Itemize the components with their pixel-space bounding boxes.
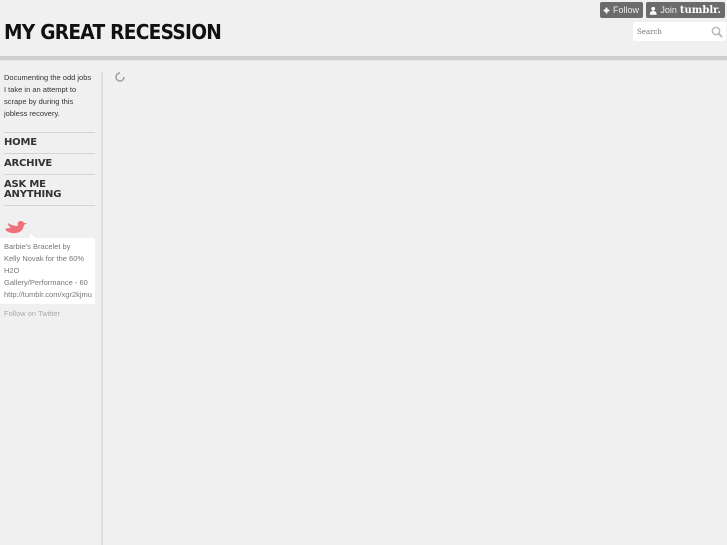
search-icon[interactable] (711, 26, 723, 38)
blog-description: Documenting the odd jobs I take in an at… (4, 73, 92, 118)
nav-ask-me-anything[interactable]: ASK ME ANYTHING (4, 175, 95, 206)
search-box (633, 22, 726, 41)
site-title[interactable]: MY GREAT RECESSION (4, 20, 222, 44)
nav-home[interactable]: HOME (4, 133, 95, 154)
tweet-line: Barbie's Bracelet by (4, 242, 71, 251)
follow-label: Follow (612, 5, 639, 15)
user-icon (649, 6, 657, 15)
tweet-line: Kelly Novak for the 60% (4, 254, 85, 263)
tumblr-controls: Follow Join tumblr. (600, 2, 725, 18)
nav-ask-label: ASK ME ANYTHING (4, 179, 62, 200)
join-label: Join (660, 5, 677, 15)
content-divider (101, 72, 103, 545)
tweet-line: H2O (4, 266, 20, 275)
header-divider (0, 56, 727, 61)
spinner-icon (115, 72, 125, 82)
join-tumblr-button[interactable]: Join tumblr. (646, 2, 725, 18)
sidebar: Documenting the odd jobs I take in an at… (0, 72, 95, 318)
follow-button[interactable]: Follow (600, 2, 643, 18)
search-input[interactable] (637, 27, 711, 36)
tweet-link[interactable]: http://tumblr.com/xgr2kjmu (4, 289, 95, 301)
plus-icon (603, 7, 610, 13)
nav-archive[interactable]: ARCHIVE (4, 154, 95, 175)
latest-tweet: Barbie's Bracelet by Kelly Novak for the… (0, 238, 95, 304)
tweet-line: Gallery/Performance - 60 (4, 278, 88, 287)
follow-on-twitter-link[interactable]: Follow on Twitter (4, 309, 95, 318)
sidebar-nav: HOME ARCHIVE ASK ME ANYTHING (4, 132, 95, 206)
twitter-bird-icon (5, 221, 27, 234)
twitter-widget: Barbie's Bracelet by Kelly Novak for the… (0, 220, 95, 318)
tumblr-brand: tumblr. (679, 4, 721, 16)
